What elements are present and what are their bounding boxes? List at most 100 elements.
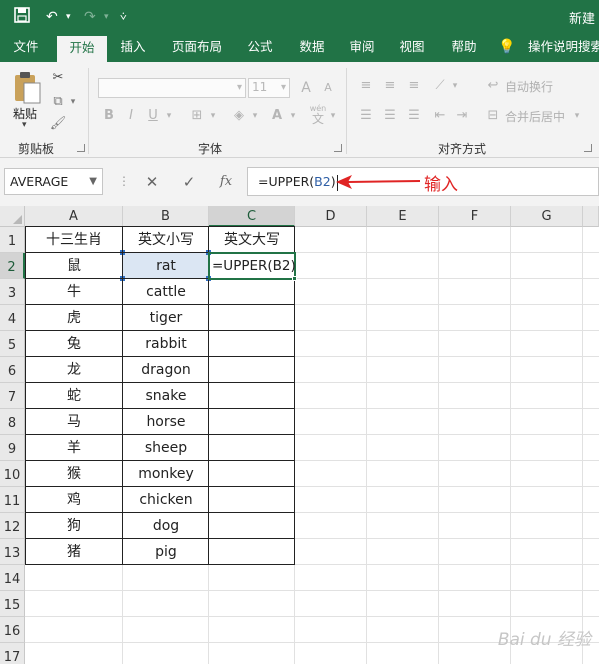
tab-review[interactable]: 审阅: [342, 34, 382, 62]
english-cell[interactable]: chicken: [123, 487, 209, 513]
row-header-11[interactable]: 11: [0, 487, 25, 513]
customize-qat-icon[interactable]: ⩒: [120, 7, 127, 27]
enter-button[interactable]: ✓: [177, 170, 201, 194]
row-header-16[interactable]: 16: [0, 617, 25, 643]
column-header-e[interactable]: E: [367, 206, 439, 227]
row-header-14[interactable]: 14: [0, 565, 25, 591]
column-header-d[interactable]: D: [295, 206, 367, 227]
merge-center-button[interactable]: 合并后居中: [505, 108, 565, 125]
english-cell[interactable]: monkey: [123, 461, 209, 487]
tell-me-search[interactable]: 操作说明搜索: [528, 34, 599, 62]
cut-icon[interactable]: ✂: [48, 68, 68, 88]
phonetic-icon[interactable]: wén 文: [306, 104, 330, 128]
row-header-17[interactable]: 17: [0, 643, 25, 664]
format-painter-icon[interactable]: 🖌: [48, 114, 68, 134]
orientation-icon[interactable]: ⟋: [430, 76, 450, 96]
underline-button[interactable]: U: [143, 106, 163, 126]
redo-icon[interactable]: ↷: [84, 7, 96, 27]
phonetic-dropdown-icon[interactable]: ▾: [328, 106, 338, 126]
paste-dropdown-icon[interactable]: ▾: [22, 120, 27, 130]
orientation-dropdown-icon[interactable]: ▾: [450, 76, 460, 96]
bottom-align-icon[interactable]: ≡: [404, 76, 424, 96]
tab-home[interactable]: 开始: [57, 34, 107, 62]
font-launcher-icon[interactable]: [334, 144, 342, 152]
row-header-1[interactable]: 1: [0, 227, 25, 253]
tab-data[interactable]: 数据: [292, 34, 332, 62]
tab-formulas[interactable]: 公式: [240, 34, 280, 62]
save-icon[interactable]: [14, 7, 30, 27]
undo-dropdown-icon[interactable]: ▾: [66, 7, 71, 27]
copy-icon[interactable]: ⧉: [48, 92, 68, 112]
align-center-icon[interactable]: ☰: [380, 106, 400, 126]
zodiac-cell[interactable]: 猴: [25, 461, 123, 487]
merge-center-icon[interactable]: ⊟: [484, 106, 502, 126]
header-cell[interactable]: 十三生肖: [25, 227, 123, 253]
column-header-f[interactable]: F: [439, 206, 511, 227]
row-header-8[interactable]: 8: [0, 409, 25, 435]
wrap-text-icon[interactable]: ↩: [484, 76, 502, 96]
fill-handle-icon[interactable]: [292, 276, 297, 281]
decrease-indent-icon[interactable]: ⇤: [430, 106, 450, 126]
header-cell[interactable]: 英文小写: [123, 227, 209, 253]
bold-button[interactable]: B: [99, 106, 119, 126]
row-header-5[interactable]: 5: [0, 331, 25, 357]
zodiac-cell[interactable]: 虎: [25, 305, 123, 331]
decrease-font-icon[interactable]: A: [318, 78, 338, 98]
alignment-launcher-icon[interactable]: [584, 144, 592, 152]
row-header-2[interactable]: 2: [0, 253, 25, 279]
column-header-b[interactable]: B: [123, 206, 209, 227]
font-size-select[interactable]: 11 ▾: [248, 78, 290, 98]
middle-align-icon[interactable]: ≡: [380, 76, 400, 96]
font-color-dropdown-icon[interactable]: ▾: [288, 106, 298, 126]
insert-function-button[interactable]: fx: [214, 170, 238, 194]
english-cell[interactable]: rat: [123, 253, 209, 279]
zodiac-cell[interactable]: 鼠: [25, 253, 123, 279]
row-header-7[interactable]: 7: [0, 383, 25, 409]
column-header-c[interactable]: C: [209, 206, 295, 227]
paste-icon[interactable]: [12, 70, 42, 104]
zodiac-cell[interactable]: 狗: [25, 513, 123, 539]
worksheet-grid[interactable]: 十三生肖 英文小写 英文大写鼠牛虎兔龙蛇马羊猴鸡狗猪 rat cattle tiger ra…: [25, 226, 599, 664]
tab-help[interactable]: 帮助: [444, 34, 484, 62]
row-header-3[interactable]: 3: [0, 279, 25, 305]
column-header-stub[interactable]: [583, 206, 599, 227]
select-all-button[interactable]: [0, 206, 25, 227]
wrap-text-button[interactable]: 自动换行: [505, 78, 553, 95]
fill-color-icon[interactable]: ◈: [228, 106, 250, 126]
column-header-a[interactable]: A: [25, 206, 123, 227]
redo-dropdown-icon[interactable]: ▾: [104, 7, 109, 27]
increase-font-icon[interactable]: A: [296, 78, 316, 98]
border-icon[interactable]: ⊞: [186, 106, 208, 126]
row-header-9[interactable]: 9: [0, 435, 25, 461]
border-dropdown-icon[interactable]: ▾: [208, 106, 218, 126]
tab-file[interactable]: 文件: [6, 34, 46, 62]
align-right-icon[interactable]: ☰: [404, 106, 424, 126]
english-cell[interactable]: sheep: [123, 435, 209, 461]
english-cell[interactable]: snake: [123, 383, 209, 409]
copy-dropdown-icon[interactable]: ▾: [68, 92, 78, 112]
font-color-icon[interactable]: A: [266, 106, 288, 126]
underline-dropdown-icon[interactable]: ▾: [164, 106, 174, 126]
zodiac-cell[interactable]: 羊: [25, 435, 123, 461]
zodiac-cell[interactable]: 猪: [25, 539, 123, 565]
cancel-button[interactable]: ✕: [140, 170, 164, 194]
english-cell[interactable]: pig: [123, 539, 209, 565]
tab-insert[interactable]: 插入: [112, 34, 154, 62]
english-cell[interactable]: horse: [123, 409, 209, 435]
align-left-icon[interactable]: ☰: [356, 106, 376, 126]
chevron-down-icon[interactable]: ▼: [89, 169, 97, 194]
header-cell[interactable]: 英文大写: [209, 227, 295, 253]
fill-dropdown-icon[interactable]: ▾: [250, 106, 260, 126]
english-cell[interactable]: tiger: [123, 305, 209, 331]
zodiac-cell[interactable]: 蛇: [25, 383, 123, 409]
english-cell[interactable]: cattle: [123, 279, 209, 305]
row-header-10[interactable]: 10: [0, 461, 25, 487]
increase-indent-icon[interactable]: ⇥: [452, 106, 472, 126]
zodiac-cell[interactable]: 鸡: [25, 487, 123, 513]
formula-input[interactable]: =UPPER(B2): [247, 167, 599, 196]
tab-page-layout[interactable]: 页面布局: [166, 34, 228, 62]
merge-dropdown-icon[interactable]: ▾: [572, 106, 582, 126]
tab-view[interactable]: 视图: [392, 34, 432, 62]
italic-button[interactable]: I: [121, 106, 141, 126]
font-name-select[interactable]: ▾: [98, 78, 246, 98]
